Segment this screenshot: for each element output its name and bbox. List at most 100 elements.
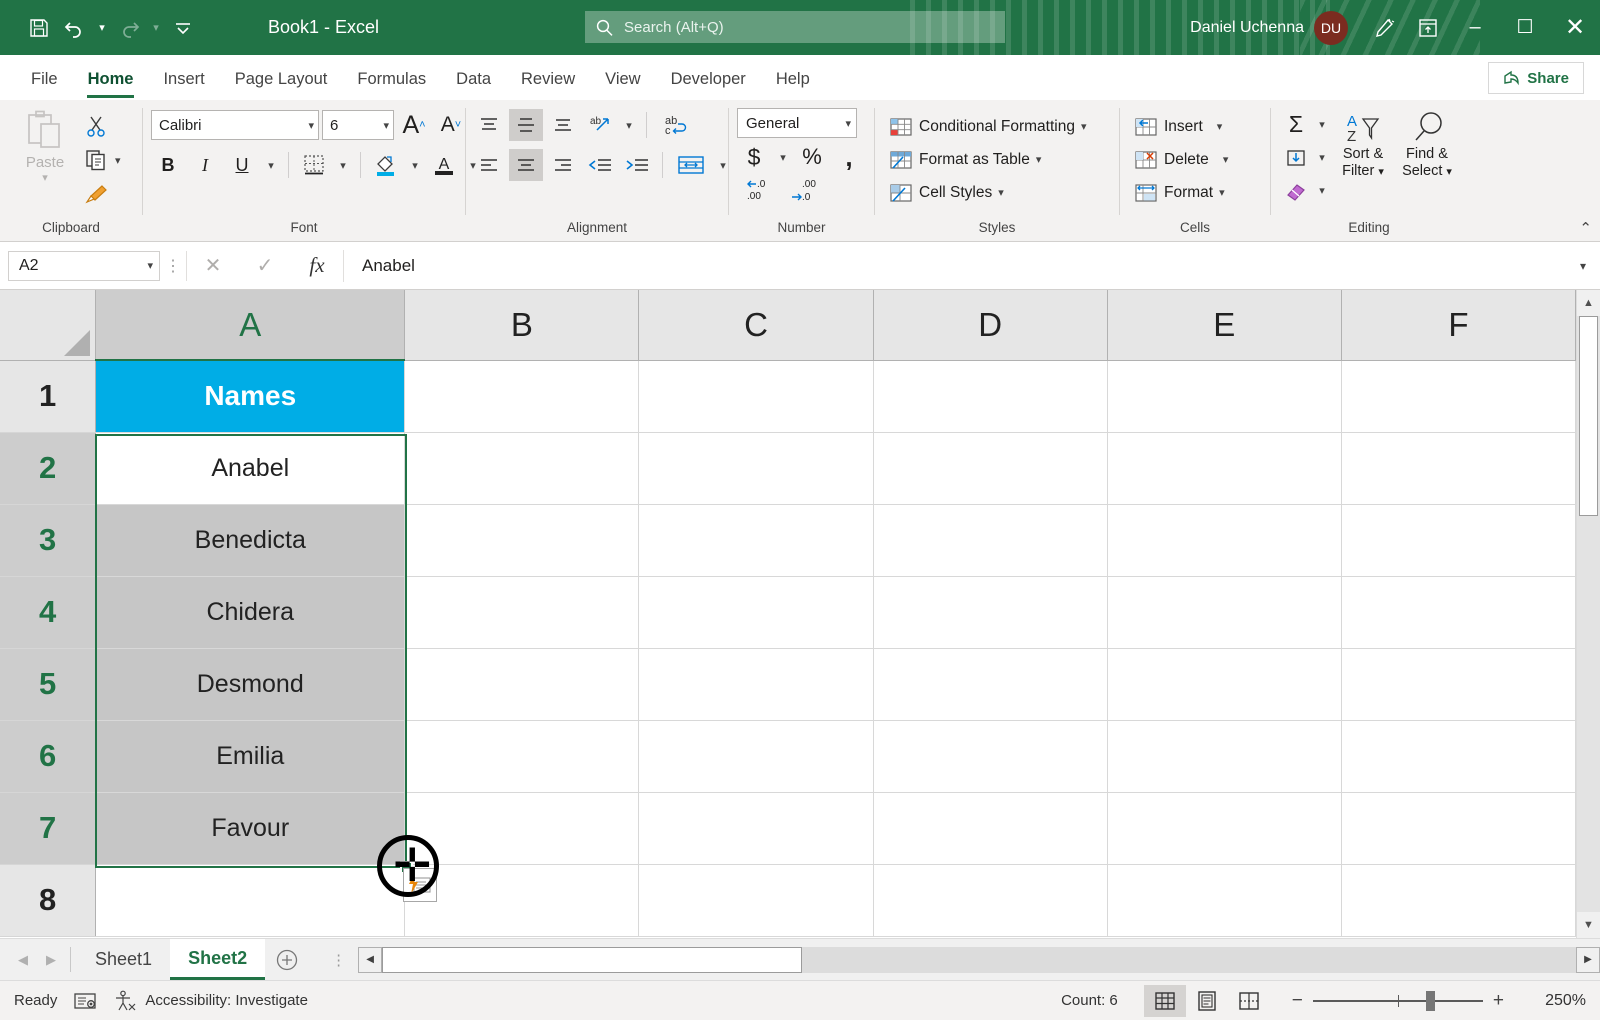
cell-f6[interactable]	[1341, 720, 1576, 793]
ribbon-display-options-icon[interactable]	[1406, 0, 1450, 55]
cell-e3[interactable]	[1107, 504, 1342, 577]
cell-e6[interactable]	[1107, 720, 1342, 793]
row-header-3[interactable]: 3	[0, 504, 97, 577]
borders-button[interactable]	[297, 148, 331, 182]
cell-a4[interactable]: Chidera	[95, 576, 406, 649]
cell-b4[interactable]	[404, 576, 640, 649]
italic-button[interactable]: I	[188, 148, 222, 182]
cell-a2[interactable]: Anabel	[95, 432, 406, 505]
page-break-preview-button[interactable]	[1228, 985, 1270, 1017]
cell-b1[interactable]	[404, 360, 640, 433]
previous-sheet-icon[interactable]: ◀	[18, 952, 28, 968]
cell-e2[interactable]	[1107, 432, 1342, 505]
cell-f5[interactable]	[1341, 648, 1576, 721]
fill-button[interactable]	[1279, 141, 1313, 175]
clear-button[interactable]	[1279, 174, 1313, 208]
cell-e8[interactable]	[1107, 864, 1342, 937]
autosum-caret-icon[interactable]: ▾	[1313, 108, 1331, 142]
wrap-text-button[interactable]: ab c	[655, 109, 695, 141]
row-header-7[interactable]: 7	[0, 792, 97, 865]
decrease-font-size-button[interactable]: A ˅	[434, 108, 468, 142]
next-sheet-icon[interactable]: ▶	[46, 952, 56, 968]
font-name-caret-icon[interactable]: ▾	[308, 119, 314, 132]
increase-indent-button[interactable]	[620, 149, 654, 181]
delete-caret-icon[interactable]: ▾	[1223, 153, 1229, 166]
column-header-f[interactable]: F	[1341, 290, 1576, 361]
accessibility-status[interactable]: Accessibility: Investigate	[113, 990, 308, 1012]
cell-c4[interactable]	[638, 576, 874, 649]
cell-d6[interactable]	[873, 720, 1108, 793]
cell-a6[interactable]: Emilia	[95, 720, 406, 793]
align-center-button[interactable]	[509, 149, 543, 181]
select-all-corner[interactable]	[0, 290, 97, 361]
cell-b3[interactable]	[404, 504, 640, 577]
format-caret-icon[interactable]: ▾	[1219, 186, 1225, 199]
zoom-slider-thumb[interactable]	[1425, 990, 1435, 1011]
fill-color-button[interactable]	[369, 148, 403, 182]
tab-developer[interactable]: Developer	[656, 58, 761, 100]
top-align-button[interactable]	[472, 109, 506, 141]
record-macro-icon[interactable]	[73, 991, 97, 1011]
tab-data[interactable]: Data	[441, 58, 506, 100]
tab-file[interactable]: File	[16, 58, 73, 100]
tab-review[interactable]: Review	[506, 58, 590, 100]
collapse-ribbon-icon[interactable]: ⌃	[1579, 219, 1592, 237]
paste-button[interactable]: Paste ▾	[8, 106, 82, 184]
column-header-a[interactable]: A	[95, 290, 406, 361]
share-button[interactable]: Share	[1488, 62, 1584, 94]
font-color-button[interactable]: A	[427, 148, 461, 182]
row-header-1[interactable]: 1	[0, 360, 97, 433]
formula-input[interactable]: Anabel	[343, 249, 1566, 282]
cell-a7[interactable]: Favour	[95, 792, 406, 865]
sheet-tab-sheet2[interactable]: Sheet2	[170, 939, 266, 980]
bold-button[interactable]: B	[151, 148, 185, 182]
cell-d2[interactable]	[873, 432, 1108, 505]
undo-dropdown-caret-icon[interactable]: ▾	[94, 11, 110, 45]
cell-c8[interactable]	[638, 864, 874, 937]
align-left-button[interactable]	[472, 149, 506, 181]
font-size-caret-icon[interactable]: ▾	[383, 119, 389, 132]
conditional-formatting-caret-icon[interactable]: ▾	[1081, 120, 1087, 133]
cell-b7[interactable]	[404, 792, 640, 865]
cell-d7[interactable]	[873, 792, 1108, 865]
tab-home[interactable]: Home	[73, 58, 149, 100]
percent-button[interactable]: %	[795, 140, 829, 174]
row-header-5[interactable]: 5	[0, 648, 97, 721]
font-size-input[interactable]: 6 ▾	[322, 110, 394, 140]
clear-caret-icon[interactable]: ▾	[1313, 174, 1331, 208]
zoom-slider-track[interactable]	[1312, 990, 1483, 1011]
orientation-button[interactable]: ab	[583, 109, 617, 141]
name-box-caret-icon[interactable]: ▾	[147, 259, 153, 272]
add-sheet-button[interactable]	[265, 939, 309, 980]
cell-b2[interactable]	[404, 432, 640, 505]
pen-annotation-icon[interactable]	[1362, 0, 1406, 55]
row-header-6[interactable]: 6	[0, 720, 97, 793]
scroll-down-arrow-icon[interactable]: ▼	[1577, 912, 1600, 938]
horizontal-scroll-track[interactable]	[382, 946, 1576, 973]
cut-button[interactable]	[82, 110, 124, 142]
row-header-4[interactable]: 4	[0, 576, 97, 649]
cell-d8[interactable]	[873, 864, 1108, 937]
tab-view[interactable]: View	[590, 58, 655, 100]
cell-c7[interactable]	[638, 792, 874, 865]
cell-c1[interactable]	[638, 360, 874, 433]
name-box[interactable]: A2 ▾	[8, 250, 160, 281]
expand-formula-bar-icon[interactable]: ▾	[1566, 259, 1600, 273]
merge-and-center-button[interactable]	[671, 149, 711, 181]
search-box[interactable]: Search (Alt+Q)	[585, 11, 1005, 43]
decrease-indent-button[interactable]	[583, 149, 617, 181]
worksheet-grid[interactable]: A B C D E F 1 Names 2 Anabel 3 Benedicta…	[0, 290, 1576, 938]
normal-view-button[interactable]	[1143, 984, 1186, 1017]
column-header-e[interactable]: E	[1107, 290, 1342, 361]
format-as-table-button[interactable]: Format as Table ▾	[883, 143, 1041, 176]
copy-caret-icon[interactable]: ▾	[115, 154, 121, 167]
maximize-button[interactable]: ☐	[1500, 0, 1550, 55]
cell-c2[interactable]	[638, 432, 874, 505]
cell-f1[interactable]	[1341, 360, 1576, 433]
horizontal-splitter-icon[interactable]: ⋮	[319, 951, 358, 969]
cell-f7[interactable]	[1341, 792, 1576, 865]
fill-caret-icon[interactable]: ▾	[1313, 141, 1331, 175]
format-as-table-caret-icon[interactable]: ▾	[1036, 153, 1042, 166]
customize-quick-access-icon[interactable]	[166, 11, 200, 45]
zoom-in-button[interactable]: +	[1493, 990, 1504, 1012]
